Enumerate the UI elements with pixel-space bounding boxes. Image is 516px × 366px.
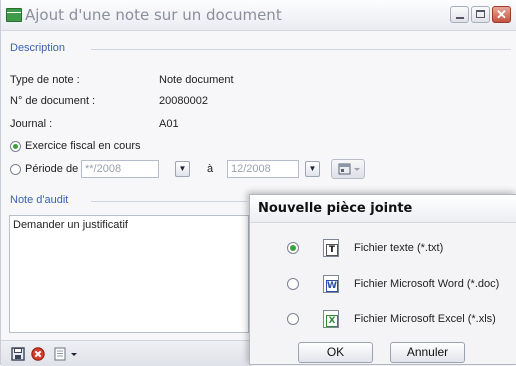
calendar-button[interactable] — [331, 159, 365, 179]
ok-button[interactable]: OK — [298, 342, 373, 363]
journal-label: Journal : — [10, 118, 53, 130]
periode-label: Période de — [25, 163, 79, 175]
delete-icon[interactable] — [31, 347, 45, 361]
audit-header: Note d'audit — [10, 194, 69, 206]
option-word-label[interactable]: Fichier Microsoft Word (*.doc) — [354, 278, 499, 290]
periode-radio[interactable] — [10, 164, 21, 175]
text-file-icon: T — [323, 239, 339, 257]
word-file-icon: W — [323, 275, 339, 293]
close-icon: ✕ — [496, 7, 507, 22]
doc-number-value: 20080002 — [159, 95, 208, 107]
window-title: Ajout d'une note sur un document — [25, 6, 282, 24]
text-file-glyph: T — [326, 244, 338, 256]
doc-number-label: N° de document : — [10, 95, 96, 107]
new-attachment-dialog: Nouvelle pièce jointe T Fichier texte (*… — [249, 194, 516, 365]
periode-from-field[interactable]: **/2008 — [81, 160, 159, 178]
note-window: Ajout d'une note sur un document ✕ Descr… — [0, 0, 516, 366]
minimize-icon — [456, 17, 464, 19]
periode-to-dropdown[interactable]: ▼ — [305, 161, 320, 177]
word-file-glyph: W — [326, 280, 338, 292]
audit-divider — [91, 201, 247, 202]
option-text-radio[interactable] — [287, 242, 299, 254]
periode-from-dropdown[interactable]: ▼ — [175, 161, 190, 177]
type-value: Note document — [159, 74, 234, 86]
excel-file-glyph: X — [326, 315, 338, 327]
maximize-icon — [476, 10, 485, 18]
periode-to-field[interactable]: 12/2008 — [227, 160, 299, 178]
maximize-button[interactable] — [471, 6, 490, 23]
description-divider — [91, 49, 511, 50]
option-text-label[interactable]: Fichier texte (*.txt) — [354, 242, 443, 254]
exercice-label: Exercice fiscal en cours — [25, 140, 141, 152]
periode-separator: à — [207, 163, 214, 175]
cancel-button[interactable]: Annuler — [390, 342, 465, 363]
option-word-radio[interactable] — [287, 278, 299, 290]
close-button[interactable]: ✕ — [492, 6, 511, 23]
audit-note-textarea[interactable]: Demander un justificatif — [9, 215, 249, 333]
bottom-toolbar — [1, 340, 251, 366]
attachment-icon[interactable] — [53, 347, 67, 361]
title-bar: Ajout d'une note sur un document ✕ — [1, 0, 516, 31]
option-excel-radio[interactable] — [287, 313, 299, 325]
option-excel-label[interactable]: Fichier Microsoft Excel (*.xls) — [354, 313, 496, 325]
minimize-button[interactable] — [450, 6, 469, 23]
app-icon — [6, 8, 22, 22]
calendar-icon — [338, 163, 360, 175]
journal-value: A01 — [159, 118, 179, 130]
save-icon[interactable] — [11, 347, 25, 361]
description-header: Description — [10, 42, 66, 54]
exercice-radio[interactable] — [10, 141, 21, 152]
attachment-dropdown-icon[interactable] — [69, 347, 79, 361]
excel-file-icon: X — [323, 310, 339, 328]
type-label: Type de note : — [10, 74, 80, 86]
dialog-title: Nouvelle pièce jointe — [250, 195, 516, 223]
